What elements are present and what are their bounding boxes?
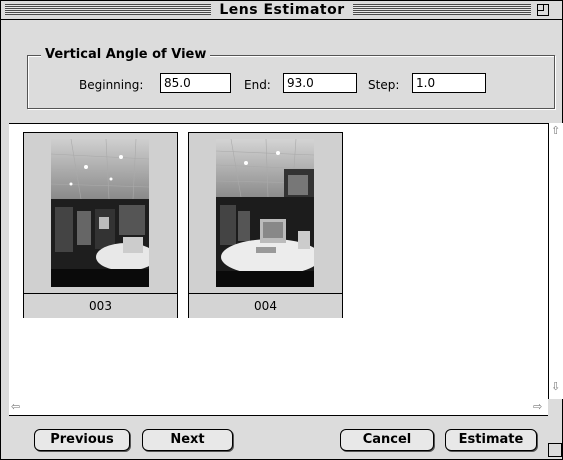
thumbnail-caption: 004: [189, 293, 342, 318]
scroll-left-arrow-icon[interactable]: ⇦: [11, 401, 20, 413]
previous-button[interactable]: Previous: [34, 429, 130, 451]
title-stripes-right: [353, 4, 531, 15]
cancel-button[interactable]: Cancel: [340, 429, 434, 451]
horizontal-scrollbar[interactable]: ⇦ ⇨: [9, 399, 548, 416]
scroll-down-arrow-icon[interactable]: ⇩: [551, 381, 560, 393]
beginning-label: Beginning:: [79, 78, 144, 92]
end-input[interactable]: [283, 73, 357, 93]
beginning-input[interactable]: [160, 73, 231, 93]
vertical-scrollbar[interactable]: ⇧ ⇩: [548, 123, 563, 399]
thumbnail-004[interactable]: 004: [188, 132, 343, 318]
step-label: Step:: [368, 78, 400, 92]
thumbnail-caption: 003: [24, 293, 177, 318]
thumbnail-area[interactable]: 003 004: [9, 123, 548, 401]
end-label: End:: [244, 78, 271, 92]
scroll-up-arrow-icon[interactable]: ⇧: [551, 125, 560, 137]
window-title: Lens Estimator: [215, 2, 349, 18]
photo-image: [216, 139, 314, 287]
resize-grow-box-icon[interactable]: [548, 443, 562, 457]
thumbnail-003[interactable]: 003: [23, 132, 178, 318]
step-input[interactable]: [412, 73, 486, 93]
estimate-button[interactable]: Estimate: [445, 429, 537, 451]
photo-image: [51, 139, 149, 287]
title-stripes-left: [5, 4, 211, 15]
zoom-box-icon[interactable]: [537, 4, 549, 16]
lens-estimator-window: Lens Estimator Vertical Angle of View Be…: [0, 0, 563, 460]
next-button[interactable]: Next: [142, 429, 233, 451]
title-bar[interactable]: Lens Estimator: [1, 1, 562, 20]
group-title: Vertical Angle of View: [41, 47, 211, 63]
scroll-right-arrow-icon[interactable]: ⇨: [533, 401, 542, 413]
